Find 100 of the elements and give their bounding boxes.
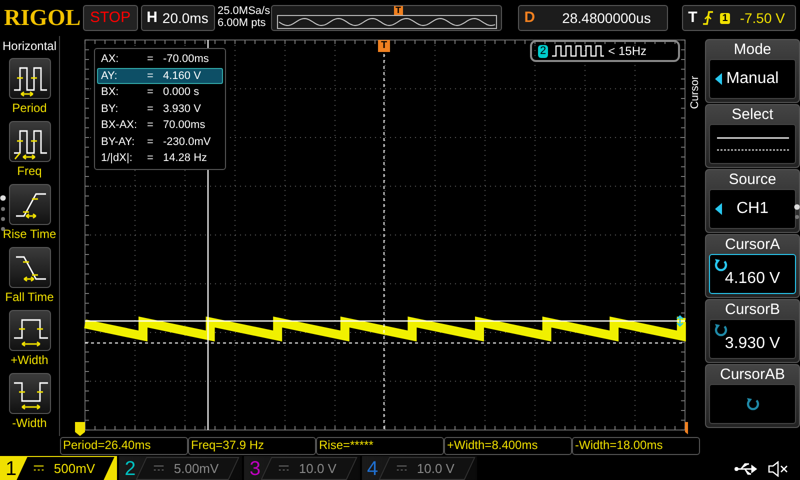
cursor-arrow-icon: [676, 315, 684, 327]
dc-coupling-icon: [396, 464, 407, 472]
left-arrow-icon: [715, 73, 722, 85]
dc-coupling-icon: [279, 464, 290, 472]
readout-equals: =: [147, 52, 154, 66]
run-stop-button[interactable]: STOP: [83, 5, 138, 31]
brand-logo: RIGOL: [4, 5, 80, 31]
channel-number: 1: [4, 456, 18, 480]
measure-button[interactable]: [8, 184, 50, 225]
square-wave-icon: [552, 45, 604, 57]
readout-equals: =: [147, 102, 154, 116]
menu-item-label: Source: [728, 171, 778, 189]
measurement-readout: -Width=18.00ms: [572, 437, 700, 455]
readout-value: 14.28 Hz: [163, 151, 208, 166]
measure-button[interactable]: [8, 58, 50, 99]
menu-item-label: CursorA: [724, 236, 781, 254]
timebase-box[interactable]: H 20.0ms: [140, 5, 214, 31]
measure-button[interactable]: [8, 247, 50, 288]
readout-value: 0.000 s: [163, 85, 200, 100]
page-dots: [794, 204, 800, 220]
trigger-channel: 1: [720, 12, 730, 24]
channel-tab[interactable]: 3 10.0 V: [244, 456, 360, 480]
measure-label: Period: [12, 101, 47, 116]
readout-row[interactable]: 1/|dX|: = 14.28 Hz: [97, 150, 223, 166]
channel-tab[interactable]: 1 500mV: [0, 456, 118, 480]
readout-row[interactable]: BY: = 3.930 V: [97, 100, 223, 117]
menu-value-button[interactable]: 4.160 V: [709, 254, 796, 294]
readout-equals: =: [147, 118, 154, 132]
channel-number: 3: [248, 456, 262, 480]
readout-row[interactable]: AY: = 4.160 V: [97, 68, 223, 84]
channel-tab[interactable]: 4 10.0 V: [362, 456, 478, 480]
measure-label: +Width: [10, 353, 48, 368]
trigger-position-marker: T: [394, 6, 403, 15]
channel-number: 2: [124, 456, 137, 480]
menu-item-label: Select: [730, 106, 774, 124]
menu-value-button[interactable]: CH1: [709, 189, 796, 229]
menu-value-button[interactable]: [709, 124, 796, 164]
trigger-marker: T: [378, 40, 390, 52]
measure-button[interactable]: [8, 121, 50, 162]
readout-value: 70.00ms: [163, 118, 206, 132]
timebase-label: H: [146, 8, 158, 28]
measure-label: -Width: [12, 416, 47, 431]
menu-value-button[interactable]: Manual: [709, 59, 796, 99]
measure-button[interactable]: [8, 373, 50, 414]
readout-equals: =: [147, 151, 154, 166]
readout-label: BX:: [101, 85, 120, 100]
readout-value: 4.160 V: [163, 68, 201, 83]
delay-value: 28.4800000us: [562, 8, 651, 28]
rotate-knob-icon: [714, 258, 728, 272]
menu-title: Cursor: [688, 76, 702, 110]
readout-equals: =: [147, 85, 154, 100]
readout-equals: =: [147, 68, 154, 83]
measurement-readout: Rise=*****: [316, 437, 444, 455]
channel-offset-marker: [75, 422, 85, 436]
readout-label: AX:: [101, 52, 120, 66]
menu-item-label: Mode: [732, 41, 772, 59]
readout-value: -70.00ms: [163, 52, 209, 66]
trigger-label: T: [687, 8, 698, 28]
menu-value-button[interactable]: 3.930 V: [709, 319, 796, 359]
mute-icon: [768, 460, 790, 476]
trigger-level-marker: [685, 422, 688, 436]
rotate-knob-icon: [714, 323, 728, 337]
readout-label: 1/|dX|:: [101, 151, 134, 166]
channel-tab[interactable]: 2 5.00mV: [119, 456, 242, 480]
measurement-readout: +Width=8.400ms: [444, 437, 572, 455]
readout-value: -230.0mV: [163, 134, 211, 149]
memory-depth: 6.00M pts: [218, 17, 267, 29]
rotate-knob-icon: [746, 397, 760, 411]
measurement-readout: Period=26.40ms: [60, 437, 188, 455]
delay-label: D: [523, 8, 536, 28]
readout-row[interactable]: BX: = 0.000 s: [97, 84, 223, 100]
channel-badge: 2: [538, 44, 548, 58]
readout-label: AY:: [101, 68, 118, 83]
readout-label: BY-AY:: [101, 134, 136, 149]
left-arrow-icon: [715, 203, 722, 215]
measure-label: Freq: [17, 164, 42, 179]
rising-edge-icon: [702, 10, 714, 26]
measure-label: Rise Time: [2, 227, 56, 242]
menu-item-label: CursorB: [724, 301, 781, 319]
readout-label: BY:: [101, 102, 120, 116]
channel-number: 4: [366, 456, 380, 480]
measure-label: Fall Time: [5, 290, 54, 305]
readout-value: 3.930 V: [163, 102, 201, 116]
dc-coupling-icon: [34, 464, 44, 472]
measurement-readout: Freq=37.9 Hz: [188, 437, 316, 455]
readout-row[interactable]: BX-AX: = 70.00ms: [97, 117, 223, 134]
trigger-box[interactable]: T 1 -7.50 V: [682, 5, 796, 31]
dc-coupling-icon: [154, 464, 164, 472]
frequency-text: < 15Hz: [608, 43, 646, 60]
readout-row[interactable]: BY-AY: = -230.0mV: [97, 134, 223, 150]
readout-row[interactable]: AX: = -70.00ms: [97, 51, 223, 68]
readout-label: BX-AX:: [101, 118, 138, 132]
delay-box[interactable]: D 28.4800000us: [518, 5, 668, 31]
panel-title: Horizontal: [2, 38, 57, 55]
menu-item-label: CursorAB: [718, 366, 786, 384]
trigger-level: -7.50 V: [740, 8, 785, 28]
sample-rate: 25.0MSa/s: [218, 5, 268, 17]
usb-icon: [734, 462, 760, 476]
measure-button[interactable]: [8, 310, 50, 351]
timebase-value: 20.0ms: [162, 8, 208, 28]
